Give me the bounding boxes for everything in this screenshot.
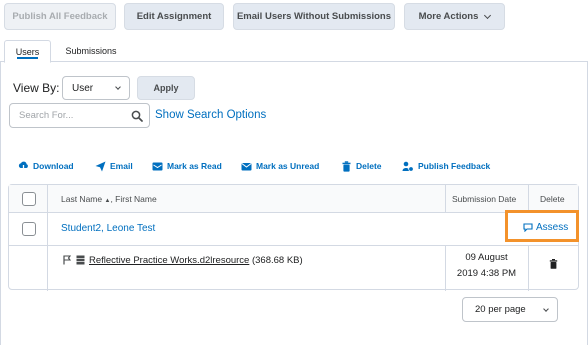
mark-as-read-label: Mark as Read [167, 161, 222, 171]
table-header-row: Last Name ▲, First Name Submission Date … [9, 185, 578, 213]
per-page-select[interactable]: 20 per page [462, 297, 558, 322]
comment-icon [523, 223, 533, 232]
assess-highlight: Assess [505, 210, 579, 242]
trash-icon[interactable] [549, 259, 558, 269]
download-label: Download [33, 161, 74, 171]
assess-label: Assess [536, 222, 569, 233]
publish-feedback-action[interactable]: Publish Feedback [402, 159, 490, 173]
file-entry: Reflective Practice Works.d2lresource (3… [89, 255, 303, 266]
mark-unread-icon [241, 162, 252, 170]
apply-button[interactable]: Apply [137, 76, 195, 100]
tab-users-label: Users [15, 46, 40, 57]
file-size: (368.68 KB) [251, 255, 303, 266]
file-link[interactable]: Reflective Practice Works.d2lresource [89, 255, 249, 266]
submission-date-line1: 09 August [465, 252, 508, 263]
delete-action[interactable]: Delete [341, 159, 382, 173]
send-icon [95, 161, 106, 171]
chevron-down-icon [543, 306, 549, 312]
table-row: Student2, Leone Test [9, 213, 578, 246]
per-page-value: 20 per page [475, 304, 526, 315]
publish-feedback-label: Publish Feedback [418, 161, 491, 171]
publish-feedback-icon [402, 161, 414, 172]
view-by-value: User [72, 82, 94, 94]
search-input[interactable]: Search For... [9, 103, 150, 128]
mark-read-icon [152, 162, 163, 170]
tab-bar: Users Submissions [0, 40, 588, 63]
chevron-down-icon [115, 84, 121, 90]
show-search-options-link[interactable]: Show Search Options [155, 109, 266, 121]
email-action[interactable]: Email [95, 159, 133, 173]
last-name-header[interactable]: Last Name [61, 194, 102, 204]
tab-users[interactable]: Users [4, 40, 51, 63]
select-all-checkbox[interactable] [22, 192, 36, 206]
publish-all-feedback-button[interactable]: Publish All Feedback [4, 3, 116, 30]
user-name-link[interactable]: Student2, Leone Test [61, 223, 155, 234]
tab-submissions[interactable]: Submissions [56, 40, 126, 62]
download-action[interactable]: Download [18, 159, 74, 173]
toolbar: Publish All Feedback Edit Assignment Ema… [0, 0, 588, 34]
email-label: Email [110, 161, 133, 171]
first-name-header[interactable]: , First Name [110, 194, 156, 204]
email-users-without-submissions-button[interactable]: Email Users Without Submissions [233, 3, 395, 30]
view-by-label: View By: [13, 81, 60, 95]
mark-as-unread-action[interactable]: Mark as Unread [241, 159, 319, 173]
view-by-select[interactable]: User [62, 76, 130, 100]
trash-icon [342, 160, 351, 172]
mark-as-read-action[interactable]: Mark as Read [152, 159, 222, 173]
table-row: Reflective Practice Works.d2lresource (3… [9, 246, 578, 291]
assess-link[interactable]: Assess [523, 222, 568, 233]
download-icon [18, 161, 28, 172]
delete-label: Delete [356, 161, 382, 171]
submissions-table: Last Name ▲, First Name Submission Date … [8, 184, 579, 291]
tab-submissions-label: Submissions [65, 46, 117, 56]
more-actions-button[interactable]: More Actions [404, 3, 505, 30]
column-header-submission-date: Submission Date [452, 194, 517, 204]
file-icon [76, 255, 85, 265]
submission-date: 09 August 2019 4:38 PM [445, 252, 528, 279]
active-tab-indicator [17, 57, 38, 59]
more-actions-label: More Actions [418, 11, 479, 22]
column-header-delete: Delete [540, 194, 565, 204]
chevron-down-icon [484, 11, 492, 19]
row-checkbox[interactable] [22, 222, 36, 236]
search-placeholder: Search For... [19, 110, 74, 121]
submission-date-line2: 2019 4:38 PM [456, 268, 517, 279]
mark-as-unread-label: Mark as Unread [256, 161, 320, 171]
search-icon[interactable] [131, 110, 143, 122]
column-header-name[interactable]: Last Name ▲, First Name [61, 194, 157, 204]
flag-icon[interactable] [63, 255, 71, 265]
edit-assignment-button[interactable]: Edit Assignment [124, 3, 224, 30]
